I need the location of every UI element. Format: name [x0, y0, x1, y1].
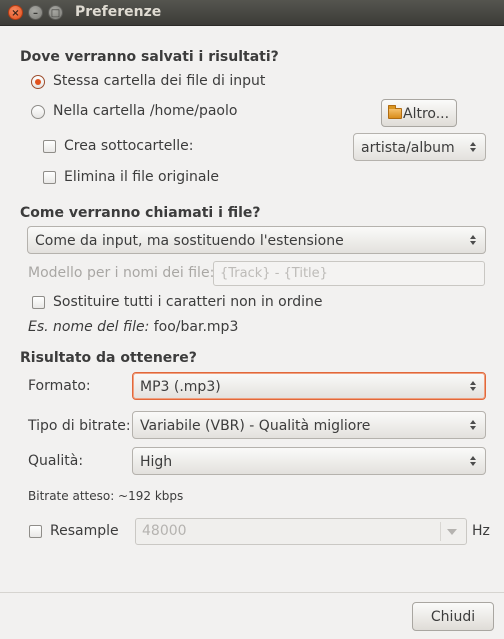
window-minimize-icon[interactable]: –: [28, 5, 43, 20]
updown-arrows-icon: [470, 418, 477, 432]
window-close-icon[interactable]: ×: [8, 5, 23, 20]
other-folder-button[interactable]: Altro...: [381, 99, 457, 127]
resample-rate-value: 48000: [142, 523, 187, 539]
window-titlebar: × – □ Preferenze: [0, 0, 504, 26]
quality-label: Qualità:: [28, 453, 84, 469]
radio-same-folder[interactable]: [31, 75, 45, 89]
radio-custom-folder-label[interactable]: Nella cartella /home/paolo: [53, 103, 237, 119]
radio-same-folder-label[interactable]: Stessa cartella dei file di input: [53, 73, 265, 89]
dropdown-arrow-icon[interactable]: [447, 529, 457, 535]
resample-rate-input[interactable]: 48000: [135, 518, 467, 545]
save-section-heading: Dove verranno salvati i risultati?: [20, 49, 279, 65]
footer-separator: [0, 592, 504, 593]
resample-label[interactable]: Resample: [50, 523, 119, 539]
create-subfolders-label[interactable]: Crea sottocartelle:: [64, 138, 194, 154]
filename-pattern-input[interactable]: {Track} - {Title}: [213, 261, 485, 286]
quality-select[interactable]: High: [132, 447, 486, 475]
replace-chars-label[interactable]: Sostituire tutti i caratteri non in ordi…: [53, 294, 323, 310]
naming-scheme-value: Come da input, ma sostituendo l'estensio…: [35, 233, 344, 249]
filename-pattern-label: Modello per i nomi dei file:: [28, 265, 215, 281]
updown-arrows-icon: [470, 233, 477, 247]
other-folder-button-label: Altro...: [403, 106, 450, 122]
close-button-label: Chiudi: [430, 609, 476, 625]
format-label: Formato:: [28, 378, 91, 394]
naming-scheme-select[interactable]: Come da input, ma sostituendo l'estensio…: [27, 226, 486, 254]
resample-checkbox[interactable]: [29, 525, 42, 538]
delete-original-label[interactable]: Elimina il file originale: [64, 169, 219, 185]
window-title: Preferenze: [75, 4, 162, 20]
naming-section-heading: Come verranno chiamati i file?: [20, 205, 261, 221]
radio-custom-folder[interactable]: [31, 105, 45, 119]
example-filename: Es. nome del file: foo/bar.mp3: [28, 319, 238, 335]
example-filename-value: foo/bar.mp3: [153, 319, 239, 335]
result-section-heading: Risultato da ottenere?: [20, 350, 197, 366]
example-filename-label: Es. nome del file:: [28, 319, 150, 335]
updown-arrows-icon: [470, 140, 477, 154]
create-subfolders-checkbox[interactable]: [43, 140, 56, 153]
quality-value: High: [140, 454, 173, 470]
bitrate-type-select[interactable]: Variabile (VBR) - Qualità migliore: [132, 411, 486, 439]
replace-chars-checkbox[interactable]: [32, 296, 45, 309]
format-value: MP3 (.mp3): [140, 379, 221, 395]
resample-unit: Hz: [472, 523, 490, 539]
window-maximize-icon[interactable]: □: [48, 5, 63, 20]
filename-pattern-value: {Track} - {Title}: [220, 266, 328, 281]
folder-icon: [388, 105, 402, 119]
expected-bitrate: Bitrate atteso: ~192 kbps: [28, 489, 184, 503]
subfolder-pattern-value: artista/album: [361, 140, 455, 156]
resample-divider: [440, 522, 441, 541]
updown-arrows-icon: [470, 454, 477, 468]
bitrate-type-value: Variabile (VBR) - Qualità migliore: [140, 418, 371, 434]
updown-arrows-icon: [470, 379, 477, 393]
bitrate-type-label: Tipo di bitrate:: [28, 418, 131, 434]
format-select[interactable]: MP3 (.mp3): [132, 372, 486, 400]
subfolder-pattern-select[interactable]: artista/album: [353, 133, 486, 161]
delete-original-checkbox[interactable]: [43, 171, 56, 184]
close-button[interactable]: Chiudi: [412, 602, 494, 631]
